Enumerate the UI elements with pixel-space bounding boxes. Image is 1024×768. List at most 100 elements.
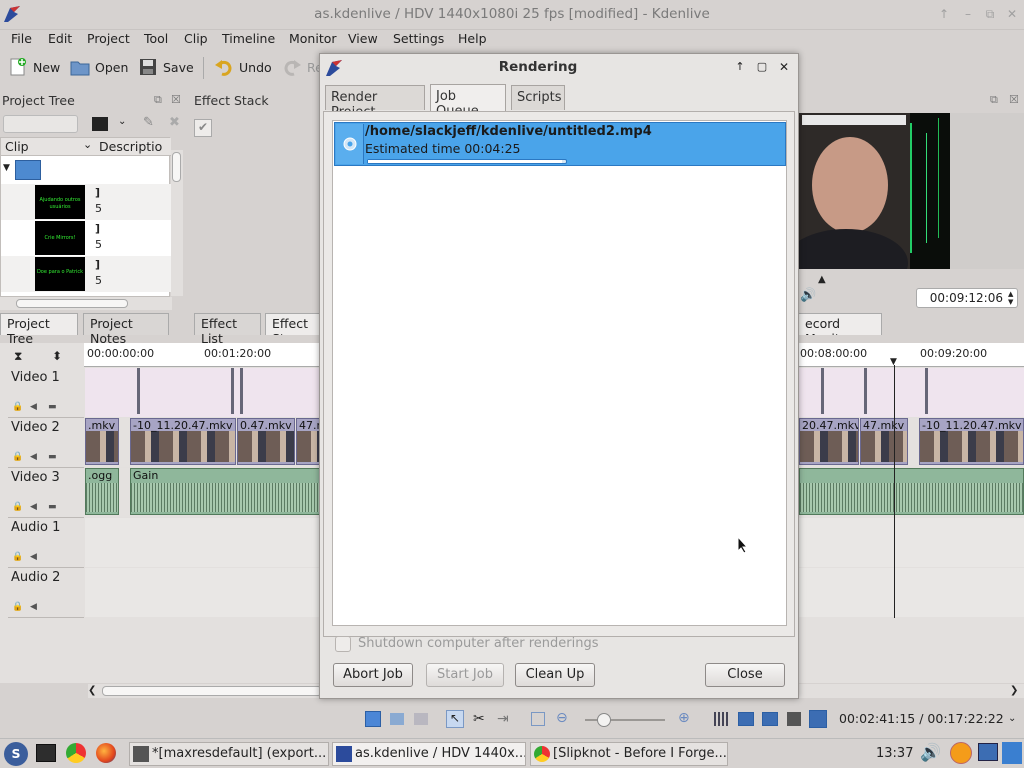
- video-clip[interactable]: -10_11.20.47.mkv: [919, 418, 1024, 465]
- track-header-video-1[interactable]: Video 1 🔒 ◀ ▬: [8, 368, 84, 418]
- record-monitor[interactable]: [798, 113, 1024, 269]
- clean-up-button[interactable]: Clean Up: [515, 663, 595, 687]
- project-tree-vscrollbar[interactable]: [171, 150, 183, 296]
- scrollbar-thumb[interactable]: [102, 686, 322, 696]
- project-tree-hscrollbar[interactable]: [0, 297, 172, 310]
- transition-marker[interactable]: [231, 368, 234, 414]
- battery-tray-icon[interactable]: [1002, 742, 1022, 764]
- lifebuoy-tray-icon[interactable]: [950, 742, 972, 764]
- show-thumbnails-icon[interactable]: [714, 712, 728, 726]
- firefox-icon[interactable]: [96, 743, 116, 763]
- tab-effect-list[interactable]: Effect List: [194, 313, 261, 346]
- project-search-input[interactable]: [3, 115, 78, 133]
- audio-clip[interactable]: .ogg: [85, 468, 119, 515]
- scroll-right-icon[interactable]: ❯: [1010, 685, 1018, 696]
- transition-marker[interactable]: [240, 368, 243, 414]
- video-clip[interactable]: .mkv: [85, 418, 119, 465]
- float-dock-icon[interactable]: ⧉: [990, 93, 998, 107]
- shutdown-checkbox[interactable]: [335, 636, 351, 652]
- video-clip[interactable]: 47.mkv: [860, 418, 908, 465]
- menu-tool[interactable]: Tool: [144, 31, 168, 46]
- playhead-line[interactable]: [894, 365, 895, 618]
- spacer-tool-icon[interactable]: ⇥: [497, 711, 509, 727]
- zoom-out-icon[interactable]: ⊖: [556, 710, 568, 726]
- close-window-button[interactable]: ✕: [1004, 6, 1020, 22]
- minimize-button[interactable]: –: [960, 6, 976, 22]
- close-dock-icon[interactable]: ☒: [171, 93, 181, 106]
- lock-icon[interactable]: 🔒: [12, 502, 23, 512]
- video-clip[interactable]: 20.47.mkv: [799, 418, 859, 465]
- mute-icon[interactable]: ◀: [30, 452, 37, 462]
- track-header-video-3[interactable]: Video 3 🔒 ◀ ▬: [8, 468, 84, 518]
- transition-marker[interactable]: [864, 368, 867, 414]
- audio-clip[interactable]: [799, 468, 1024, 515]
- save-button[interactable]: Save: [138, 53, 194, 81]
- lock-icon[interactable]: 🔒: [12, 552, 23, 562]
- chevron-down-icon[interactable]: ⌄: [118, 116, 126, 127]
- scrollbar-thumb[interactable]: [172, 152, 181, 182]
- monitor-position-marker-icon[interactable]: ▲: [818, 274, 826, 285]
- lock-icon[interactable]: 🔒: [12, 452, 23, 462]
- column-description[interactable]: Descriptio: [99, 139, 162, 154]
- job-queue-list[interactable]: /home/slackjeff/kdenlive/untitled2.mp4 E…: [332, 120, 787, 626]
- tab-project-notes[interactable]: Project Notes: [83, 313, 169, 346]
- overwrite-mode-icon[interactable]: [390, 713, 404, 725]
- keep-above-button[interactable]: ↑: [732, 60, 748, 75]
- taskbar-task-kdenlive[interactable]: as.kdenlive / HDV 1440x...: [332, 742, 526, 766]
- menu-monitor[interactable]: Monitor: [289, 31, 337, 46]
- video-icon[interactable]: ▬: [48, 502, 57, 512]
- column-clip[interactable]: Clip: [5, 139, 29, 154]
- transition-marker[interactable]: [925, 368, 928, 414]
- tab-job-queue[interactable]: Job Queue: [430, 84, 506, 119]
- redo-button[interactable]: Re: [282, 53, 323, 81]
- taskbar-task-chrome[interactable]: [Slipknot - Before I Forge...: [530, 742, 728, 766]
- mute-icon[interactable]: ◀: [30, 402, 37, 412]
- new-button[interactable]: New: [8, 53, 60, 81]
- mute-icon[interactable]: ◀: [30, 552, 37, 562]
- network-tray-icon[interactable]: [978, 743, 998, 761]
- video-icon[interactable]: ▬: [48, 452, 57, 462]
- insert-mode-icon[interactable]: [414, 713, 428, 725]
- edit-clip-icon[interactable]: ✎: [143, 115, 154, 130]
- razor-tool-icon[interactable]: ✂: [473, 711, 485, 727]
- open-button[interactable]: Open: [70, 53, 128, 81]
- effect-enable-checkbox[interactable]: ✔: [194, 119, 212, 137]
- job-row[interactable]: /home/slackjeff/kdenlive/untitled2.mp4 E…: [334, 122, 786, 166]
- delete-clip-icon[interactable]: ✖: [169, 115, 180, 130]
- show-audio-thumbnails-icon[interactable]: [738, 712, 754, 726]
- video-clip[interactable]: 0.47.mkv: [237, 418, 295, 465]
- menu-project[interactable]: Project: [87, 31, 130, 46]
- mute-icon[interactable]: ◀: [30, 602, 37, 612]
- close-button[interactable]: Close: [705, 663, 785, 687]
- lock-icon[interactable]: 🔒: [12, 402, 23, 412]
- video-clip[interactable]: 47.m: [296, 418, 320, 465]
- folder-icon[interactable]: [15, 160, 41, 180]
- audio-clip[interactable]: Gain: [130, 468, 320, 515]
- list-item[interactable]: Crie Mirrors! ] 5: [1, 220, 171, 256]
- taskbar-task-gimp[interactable]: *[maxresdefault] (export...: [129, 742, 329, 766]
- chevron-down-icon[interactable]: ⌄: [83, 138, 92, 151]
- menu-edit[interactable]: Edit: [48, 31, 72, 46]
- chevron-down-icon[interactable]: ⌄: [1008, 713, 1016, 724]
- show-markers-icon[interactable]: [762, 712, 778, 726]
- zoom-slider-handle[interactable]: [597, 713, 611, 727]
- start-job-button[interactable]: Start Job: [426, 663, 504, 687]
- track-header-audio-2[interactable]: Audio 2 🔒 ◀: [8, 568, 84, 618]
- add-clip-icon[interactable]: [92, 117, 108, 131]
- volume-icon[interactable]: 🔊: [800, 288, 816, 304]
- tab-render-project[interactable]: Render Project: [325, 85, 425, 120]
- start-menu-icon[interactable]: S: [4, 742, 28, 766]
- fit-zoom-icon[interactable]: ⧗: [14, 349, 22, 364]
- keep-above-button[interactable]: ↑: [936, 6, 952, 22]
- snap-icon[interactable]: [787, 712, 801, 726]
- list-item[interactable]: Doe para o Patrick ] 5: [1, 256, 171, 292]
- transition-marker[interactable]: [137, 368, 140, 414]
- menu-clip[interactable]: Clip: [184, 31, 208, 46]
- expand-arrow-icon[interactable]: ▼: [3, 163, 10, 173]
- menu-file[interactable]: File: [11, 31, 32, 46]
- float-dock-icon[interactable]: ⧉: [154, 93, 162, 107]
- tab-project-tree[interactable]: Project Tree: [0, 313, 78, 346]
- track-height-icon[interactable]: ⬍: [52, 349, 62, 363]
- timecode-spin-icon[interactable]: ▲ ▼: [1008, 290, 1013, 306]
- volume-tray-icon[interactable]: 🔊: [920, 743, 941, 763]
